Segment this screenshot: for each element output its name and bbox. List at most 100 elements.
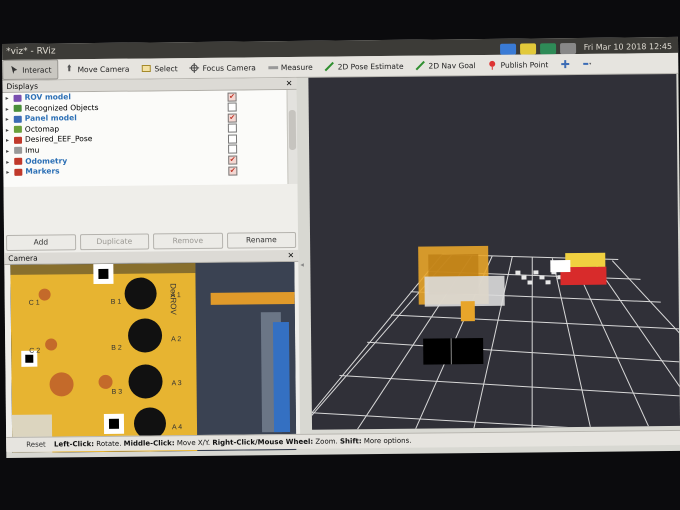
display-type-icon [13, 104, 22, 112]
add-tool-button[interactable] [554, 55, 576, 73]
status-hint-text: Move X/Y. [174, 438, 213, 448]
status-hint-text: Rotate. [93, 439, 124, 449]
display-checkbox[interactable]: ✔ [228, 155, 238, 165]
tool-label: 2D Pose Estimate [337, 61, 404, 71]
add-button[interactable]: Add [6, 234, 76, 251]
expand-arrow-icon[interactable]: ▸ [6, 168, 14, 179]
map-pin-icon [489, 60, 496, 70]
tool-interact[interactable]: Interact [2, 59, 59, 80]
display-item-label: Odometry [25, 155, 68, 166]
status-hint-text: More options. [361, 436, 412, 446]
display-checkbox[interactable]: ✔ [228, 166, 238, 176]
base-shadow [423, 337, 484, 365]
scrollbar-thumb[interactable] [288, 109, 297, 150]
tool-select[interactable]: Select [135, 59, 183, 78]
displays-tree: ▸ ROV model ✔ ▸ Recognized Objects ▸ Panel mod… [2, 90, 288, 187]
display-item-label: Recognized Objects [24, 102, 99, 113]
3d-view[interactable] [308, 73, 680, 430]
close-icon[interactable]: ✕ [286, 78, 293, 89]
tool-label: Select [154, 63, 178, 73]
window-title: *viz* - RViz [6, 46, 56, 57]
pose-arrow-icon [325, 61, 335, 72]
scene-object [521, 275, 527, 280]
grid-line [611, 260, 680, 430]
tag-label: A 4 [172, 424, 182, 431]
duplicate-button[interactable]: Duplicate [79, 233, 150, 251]
tool-focus-camera[interactable]: Focus Camera [184, 58, 262, 77]
close-icon[interactable]: ✕ [287, 250, 294, 261]
display-type-icon [13, 136, 23, 144]
tag-label: A 3 [172, 380, 182, 387]
panel-label: DexROV [169, 283, 178, 315]
status-hint-text: Zoom. [313, 437, 341, 446]
measure-icon [267, 66, 278, 70]
reset-button[interactable]: Reset [26, 438, 46, 452]
tool-publish-point[interactable]: Publish Point [481, 55, 554, 74]
robot-leg [460, 301, 475, 322]
display-type-icon [13, 115, 22, 123]
tag-label: C 1 [29, 300, 40, 307]
tool-2d-nav-goal[interactable]: 2D Nav Goal [409, 56, 481, 75]
scene-object [545, 280, 551, 285]
tag-label: A 1 [171, 292, 181, 299]
display-checkbox[interactable]: ✔ [227, 92, 237, 102]
rviz-window: *viz* - RViz Fri Mar 10 2018 12:45 Inter… [2, 36, 680, 458]
scene-object [539, 275, 545, 280]
displays-panel: Displays ✕ ▸ ROV model ✔ ▸ Recognized Object… [2, 77, 298, 194]
tool-measure[interactable]: Measure [262, 58, 319, 77]
camera-panel: Camera ✕ DexROV C 1 C 2 B 1 B 2 B 3 A 1 … [4, 249, 300, 453]
tool-move-camera[interactable]: Move Camera [58, 60, 135, 79]
display-item-label: Markers [25, 166, 60, 176]
rename-button[interactable]: Rename [226, 231, 297, 249]
display-type-icon [13, 94, 22, 102]
display-checkbox[interactable] [227, 134, 238, 144]
tool-label: Measure [280, 62, 313, 72]
camera-title: Camera [8, 253, 38, 263]
display-checkbox[interactable]: ✔ [227, 113, 237, 123]
displays-buttons: Add Duplicate Remove Rename [4, 231, 298, 251]
tag-label: B 3 [112, 389, 123, 396]
tool-label: Interact [22, 64, 52, 75]
display-item-label: Desired_EEF_Pose [24, 134, 93, 145]
status-hint-key: Shift: [339, 437, 362, 446]
display-item-label: Octomap [24, 124, 60, 134]
displays-scrollbar[interactable] [286, 89, 298, 185]
display-item-label: Panel model [24, 113, 77, 123]
battery-icon[interactable] [559, 42, 576, 54]
display-type-icon [14, 147, 23, 155]
display-checkbox[interactable] [227, 123, 237, 133]
tag-label: C 2 [29, 348, 40, 355]
marker [565, 252, 606, 268]
indicator-icon[interactable] [499, 43, 516, 55]
minus-dropdown-icon [583, 62, 592, 65]
grid-line [311, 412, 680, 430]
interact-icon [11, 65, 18, 74]
scene-object [527, 280, 533, 285]
status-hint-key: Right-Click/Mouse Wheel: [212, 437, 314, 447]
select-icon [141, 64, 152, 73]
tag-label: B 1 [111, 299, 122, 306]
display-checkbox[interactable] [227, 102, 237, 112]
grid-line [390, 314, 680, 330]
scene-object [533, 270, 539, 275]
display-item-label: ROV model [24, 92, 71, 102]
scene-object [515, 270, 521, 275]
remove-button[interactable]: Remove [152, 232, 223, 250]
dock-splitter-handle[interactable]: ◂ [300, 261, 306, 275]
focus-camera-icon [189, 62, 200, 73]
tool-2d-pose-estimate[interactable]: 2D Pose Estimate [319, 57, 410, 76]
tag-label: A 2 [171, 336, 181, 343]
display-checkbox[interactable] [228, 145, 238, 155]
displays-title: Displays [6, 81, 39, 91]
grid-svg [308, 245, 680, 430]
indicator-icon[interactable] [539, 42, 556, 54]
indicator-icon[interactable] [519, 42, 536, 55]
camera-feed: DexROV C 1 C 2 B 1 B 2 B 3 A 1 A 2 A 3 A… [10, 261, 297, 453]
display-item[interactable]: ▸ Markers ✔ [3, 164, 287, 178]
remove-tool-button[interactable] [576, 55, 598, 73]
status-hint-key: Left-Click: [53, 440, 95, 449]
left-dock: Displays ✕ ▸ ROV model ✔ ▸ Recognized Object… [2, 77, 301, 453]
display-type-icon [13, 126, 22, 134]
tool-label: Publish Point [500, 59, 549, 70]
camera-image[interactable]: DexROV C 1 C 2 B 1 B 2 B 3 A 1 A 2 A 3 A… [10, 261, 297, 453]
